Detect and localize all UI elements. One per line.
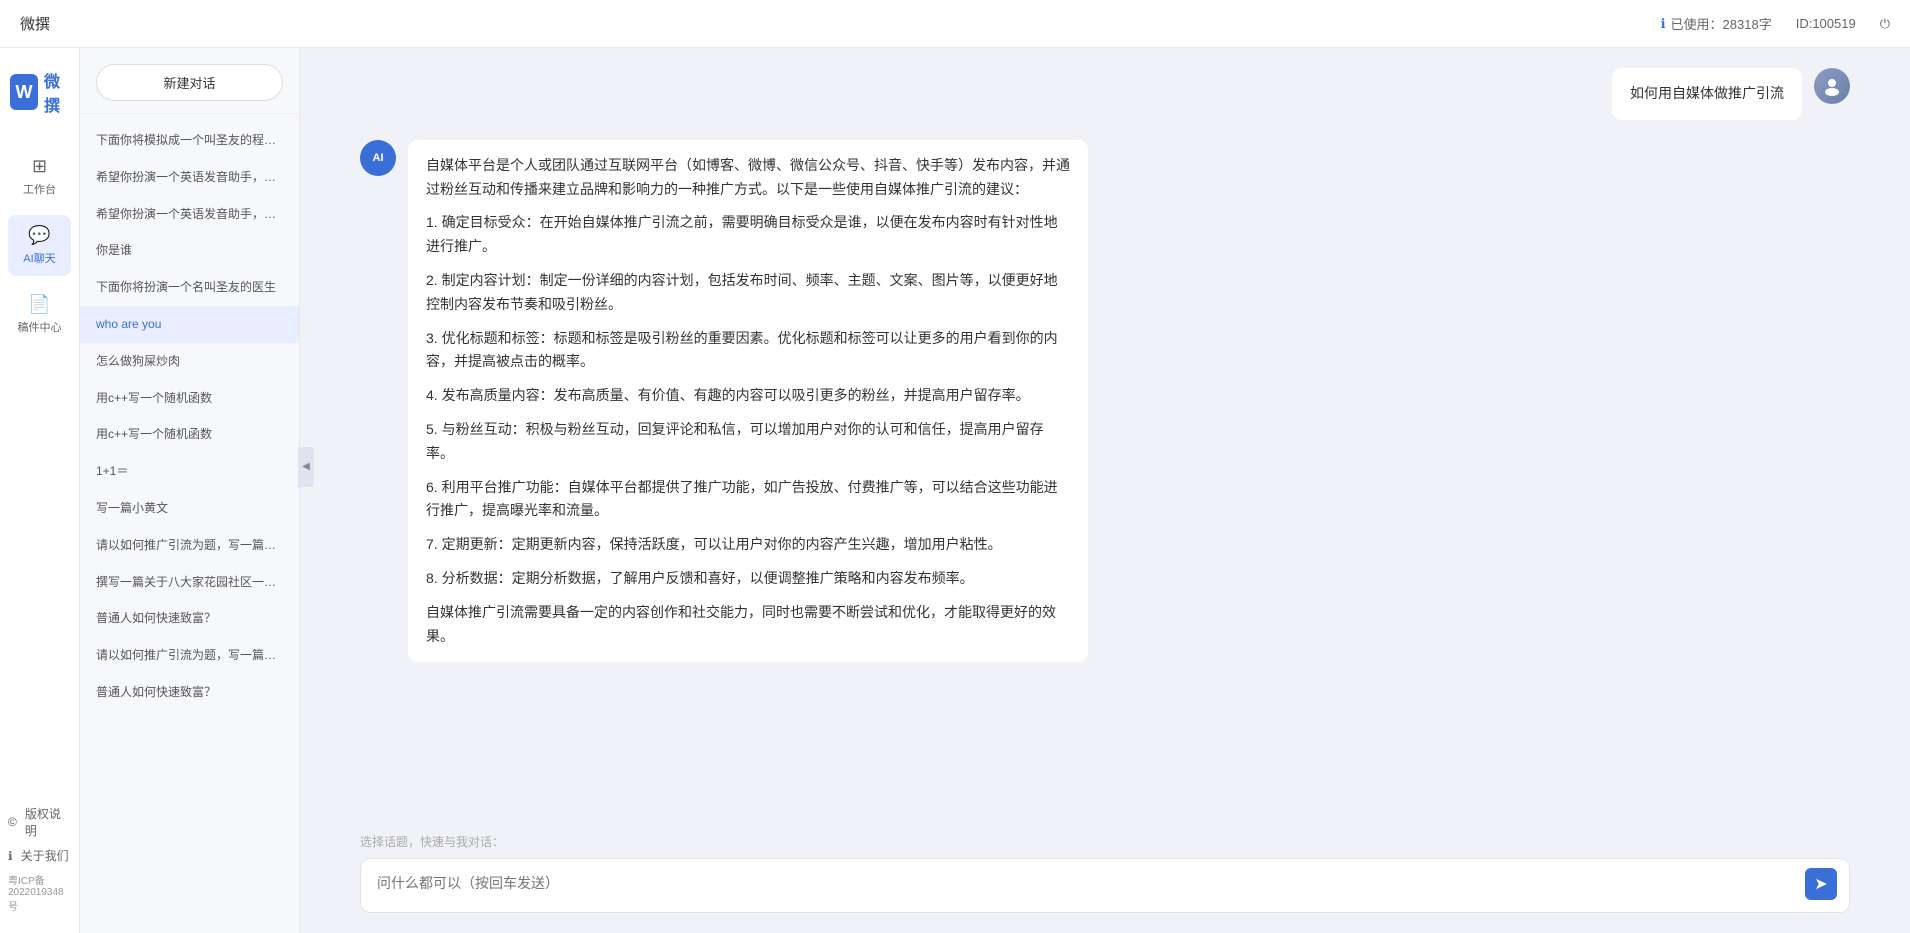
chat-list-item[interactable]: who are you (80, 306, 299, 343)
chat-list-item[interactable]: 用c++写一个随机函数 (80, 416, 299, 453)
new-chat-button[interactable]: 新建对话 (96, 64, 283, 101)
chat-list-item[interactable]: 怎么做狗屎炒肉 (80, 343, 299, 380)
copyright-icon: © (8, 815, 17, 829)
logo-text: 微撰 (44, 68, 69, 116)
sidebar-header: 新建对话 (80, 48, 299, 114)
send-icon: ➤ (1814, 874, 1827, 894)
about-label: 关于我们 (21, 847, 69, 864)
chat-list-item[interactable]: 普通人如何快速致富？ (80, 600, 299, 637)
left-nav: W 微撰 ⊞ 工作台 💬 AI聊天 📄 稿件中心 © 版权说明 ℹ (0, 48, 80, 933)
topbar: 微撰 ℹ 已使用：28318字 ID:100519 ⏻ (0, 0, 1910, 48)
chat-messages: 如何用自媒体做推广引流 AI 自媒体平台是个人或团队通过互联网平台（如博客、微博、微… (300, 48, 1910, 821)
chat-list-item[interactable]: 希望你扮演一个英语发音助手，我提供给你... (80, 196, 299, 233)
ai-chat-icon: 💬 (28, 225, 50, 246)
workbench-label: 工作台 (23, 181, 56, 197)
chat-list-item[interactable]: 下面你将扮演一个名叫圣友的医生 (80, 269, 299, 306)
user-avatar (1814, 68, 1850, 104)
send-button[interactable]: ➤ (1805, 868, 1837, 900)
copyright-label: 版权说明 (25, 805, 71, 839)
ai-chat-label: AI聊天 (23, 250, 55, 266)
nav-items: ⊞ 工作台 💬 AI聊天 📄 稿件中心 (0, 146, 79, 345)
chat-main: 如何用自媒体做推广引流 AI 自媒体平台是个人或团队通过互联网平台（如博客、微博、微… (300, 48, 1910, 933)
user-message-bubble: 如何用自媒体做推广引流 (1612, 68, 1802, 120)
chat-list-item[interactable]: 希望你扮演一个英语发音助手，我提供给你... (80, 159, 299, 196)
sidebar-item-drafts[interactable]: 📄 稿件中心 (8, 284, 71, 345)
chat-input-area: 选择话题，快速与我对话： ➤ (300, 821, 1910, 933)
chat-list-item[interactable]: 下面你将模拟成一个叫圣友的程序员、我说... (80, 122, 299, 159)
chat-list-item[interactable]: 普通人如何快速致富？ (80, 674, 299, 711)
collapse-sidebar-button[interactable]: ◀ (298, 447, 314, 487)
main-layout: W 微撰 ⊞ 工作台 💬 AI聊天 📄 稿件中心 © 版权说明 ℹ (0, 48, 1910, 933)
info-icon: ℹ (1661, 16, 1666, 32)
topbar-id: ID:100519 (1796, 16, 1856, 31)
workbench-icon: ⊞ (32, 156, 47, 177)
topbar-title: 微撰 (20, 13, 50, 34)
chat-list-item[interactable]: 请以如何推广引流为题，写一篇大纲 (80, 637, 299, 674)
logout-button[interactable]: ⏻ (1880, 16, 1890, 32)
input-box: ➤ (360, 858, 1850, 913)
message-row: 如何用自媒体做推广引流 (360, 68, 1850, 120)
chat-list-item[interactable]: 写一篇小黄文 (80, 490, 299, 527)
drafts-icon: 📄 (28, 294, 50, 315)
message-row: AI 自媒体平台是个人或团队通过互联网平台（如博客、微博、微信公众号、抖音、快手等… (360, 140, 1850, 663)
topbar-usage: ℹ 已使用：28318字 (1661, 14, 1772, 33)
sidebar-item-ai-chat[interactable]: 💬 AI聊天 (8, 215, 71, 276)
sidebar-item-copyright[interactable]: © 版权说明 (8, 805, 71, 839)
chat-list-item[interactable]: 撰写一篇关于八大家花园社区一刻钟便民生... (80, 564, 299, 601)
sidebar-item-about[interactable]: ℹ 关于我们 (8, 847, 71, 864)
logo-area: W 微撰 (0, 68, 79, 116)
drafts-label: 稿件中心 (18, 319, 62, 335)
topbar-right: ℹ 已使用：28318字 ID:100519 ⏻ (1661, 14, 1890, 33)
about-icon: ℹ (8, 849, 13, 863)
usage-text: 已使用：28318字 (1671, 14, 1772, 33)
ai-message-bubble: 自媒体平台是个人或团队通过互联网平台（如博客、微博、微信公众号、抖音、快手等）发… (408, 140, 1088, 663)
chat-list: 下面你将模拟成一个叫圣友的程序员、我说...希望你扮演一个英语发音助手，我提供给… (80, 114, 299, 933)
icp-text: 粤ICP备2022019348号 (8, 872, 71, 913)
chat-list-item[interactable]: 你是谁 (80, 232, 299, 269)
chat-list-item[interactable]: 1+1＝ (80, 453, 299, 490)
ai-avatar: AI (360, 140, 396, 176)
quick-topics-label: 选择话题，快速与我对话： (360, 833, 1850, 850)
chat-input[interactable] (377, 873, 1799, 893)
sidebar: 新建对话 下面你将模拟成一个叫圣友的程序员、我说...希望你扮演一个英语发音助手… (80, 48, 300, 933)
chat-list-item[interactable]: 用c++写一个随机函数 (80, 380, 299, 417)
sidebar-item-workbench[interactable]: ⊞ 工作台 (8, 146, 71, 207)
logo-icon: W (10, 74, 38, 110)
nav-footer: © 版权说明 ℹ 关于我们 粤ICP备2022019348号 (0, 805, 79, 933)
chat-list-item[interactable]: 请以如何推广引流为题，写一篇大纲 (80, 527, 299, 564)
